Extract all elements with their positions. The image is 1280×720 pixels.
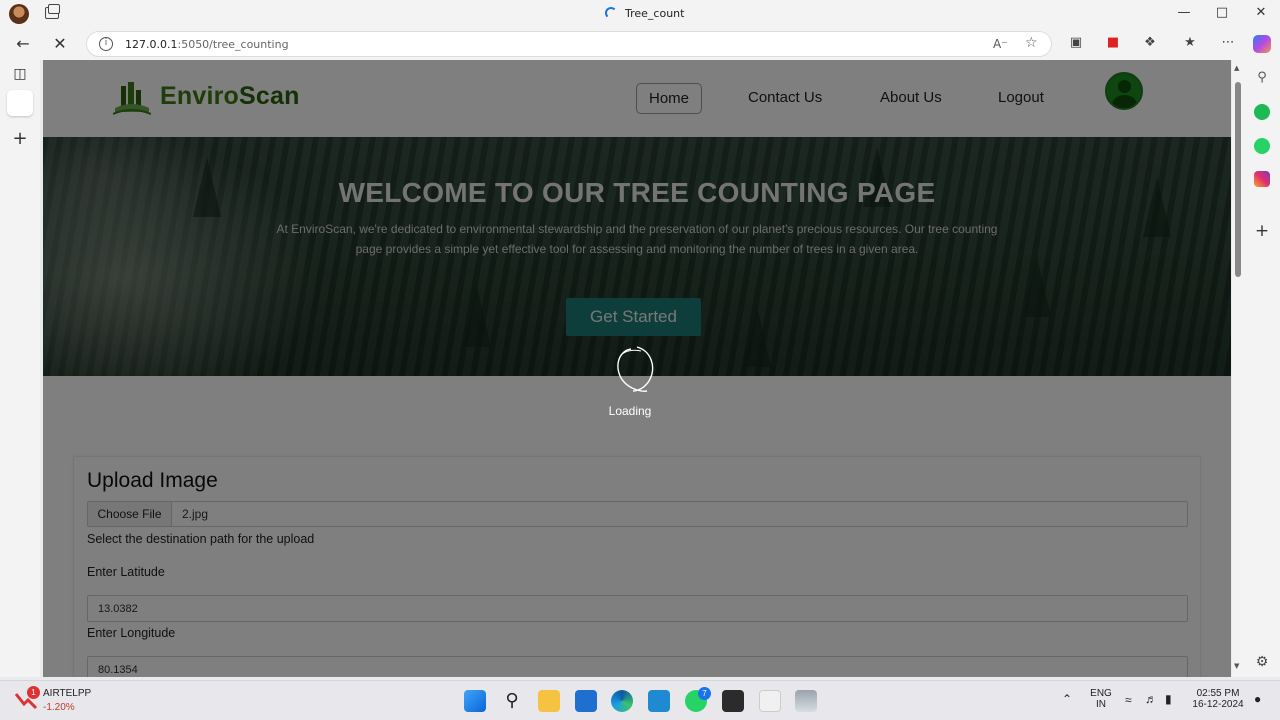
favorite-star-icon[interactable]: ☆ xyxy=(1025,35,1038,51)
app-launcher-icon[interactable] xyxy=(759,690,781,712)
scroll-thumb[interactable] xyxy=(1235,82,1241,277)
url-text[interactable]: 127.0.0.1:5050/tree_counting xyxy=(125,38,289,51)
loading-spinner-icon xyxy=(617,346,654,392)
edge-sidebar: ⚲ + ⚙ xyxy=(1244,60,1280,677)
stock-change: -1.20% xyxy=(43,702,75,713)
settings-more-icon[interactable]: ⋯ xyxy=(1219,35,1237,53)
active-tab-thumbnail[interactable] xyxy=(7,90,33,116)
windows-taskbar: 1 AIRTELPP -1.20% ⚲ 7 ⌃ ENG IN ≈ ♬ ▮ 02:5… xyxy=(0,680,1280,720)
tab-title[interactable]: Tree_count xyxy=(605,7,684,20)
whatsapp-badge: 7 xyxy=(698,687,711,700)
instagram-icon[interactable] xyxy=(1254,171,1270,187)
close-window-button[interactable]: ✕ xyxy=(1251,5,1271,20)
extension-red-icon[interactable]: ■ xyxy=(1104,35,1122,53)
terminal-icon[interactable] xyxy=(722,690,744,712)
stock-badge: 1 xyxy=(27,686,40,699)
new-tab-icon[interactable]: + xyxy=(10,128,30,149)
stock-name[interactable]: AIRTELPP xyxy=(43,688,91,699)
edge-browser-icon[interactable] xyxy=(611,690,633,712)
page-scrollbar[interactable]: ▲ ▼ xyxy=(1232,60,1244,677)
sidebar-settings-icon[interactable]: ⚙ xyxy=(1254,654,1270,670)
read-aloud-icon[interactable]: A⁻ xyxy=(993,37,1008,51)
whatsapp-icon[interactable] xyxy=(1254,138,1270,154)
battery-icon[interactable]: ▮ xyxy=(1165,692,1172,706)
back-button[interactable]: ← xyxy=(13,34,33,53)
loading-text: Loading xyxy=(608,404,652,418)
wifi-icon[interactable]: ≈ xyxy=(1125,693,1132,707)
scroll-up-arrow-icon[interactable]: ▲ xyxy=(1234,64,1239,72)
notifications-icon[interactable]: ● xyxy=(1254,692,1261,706)
profile-avatar-icon[interactable] xyxy=(9,4,29,24)
site-info-icon[interactable]: i xyxy=(99,37,113,51)
copilot-icon[interactable] xyxy=(1253,35,1271,53)
browser-title-bar: Tree_count — □ ✕ xyxy=(0,0,1280,28)
file-explorer-icon[interactable] xyxy=(538,690,560,712)
browser-toolbar: ← ✕ i 127.0.0.1:5050/tree_counting A⁻ ☆ xyxy=(0,28,1280,60)
workspaces-icon[interactable] xyxy=(45,4,60,19)
language-indicator[interactable]: ENG IN xyxy=(1088,688,1114,710)
stop-loading-button[interactable]: ✕ xyxy=(50,34,70,53)
search-icon[interactable]: ⚲ xyxy=(1254,70,1270,86)
add-sidebar-app-icon[interactable]: + xyxy=(1254,223,1270,240)
split-screen-icon[interactable]: ▣ xyxy=(1067,35,1085,53)
extensions-puzzle-icon[interactable]: ❖ xyxy=(1141,35,1159,53)
favorites-icon[interactable]: ★ xyxy=(1181,35,1199,53)
vscode-icon[interactable] xyxy=(648,690,670,712)
scroll-down-arrow-icon[interactable]: ▼ xyxy=(1234,662,1239,670)
microsoft-store-icon[interactable] xyxy=(575,690,597,712)
database-icon[interactable] xyxy=(795,690,817,712)
search-icon[interactable]: ⚲ xyxy=(501,690,523,712)
chevron-up-icon[interactable]: ⌃ xyxy=(1062,692,1072,706)
maximize-button[interactable]: □ xyxy=(1212,5,1232,20)
windows-start-icon[interactable] xyxy=(464,690,486,712)
minimize-button[interactable]: — xyxy=(1174,5,1194,20)
tab-actions-icon[interactable]: ◫ xyxy=(10,66,30,86)
volume-icon[interactable]: ♬ xyxy=(1145,692,1157,706)
clock[interactable]: 02:55 PM 16-12-2024 xyxy=(1190,688,1246,710)
spotify-icon[interactable] xyxy=(1254,104,1270,120)
address-bar[interactable]: i 127.0.0.1:5050/tree_counting A⁻ ☆ xyxy=(86,31,1052,57)
vertical-tab-strip: ◫ + xyxy=(0,60,40,677)
